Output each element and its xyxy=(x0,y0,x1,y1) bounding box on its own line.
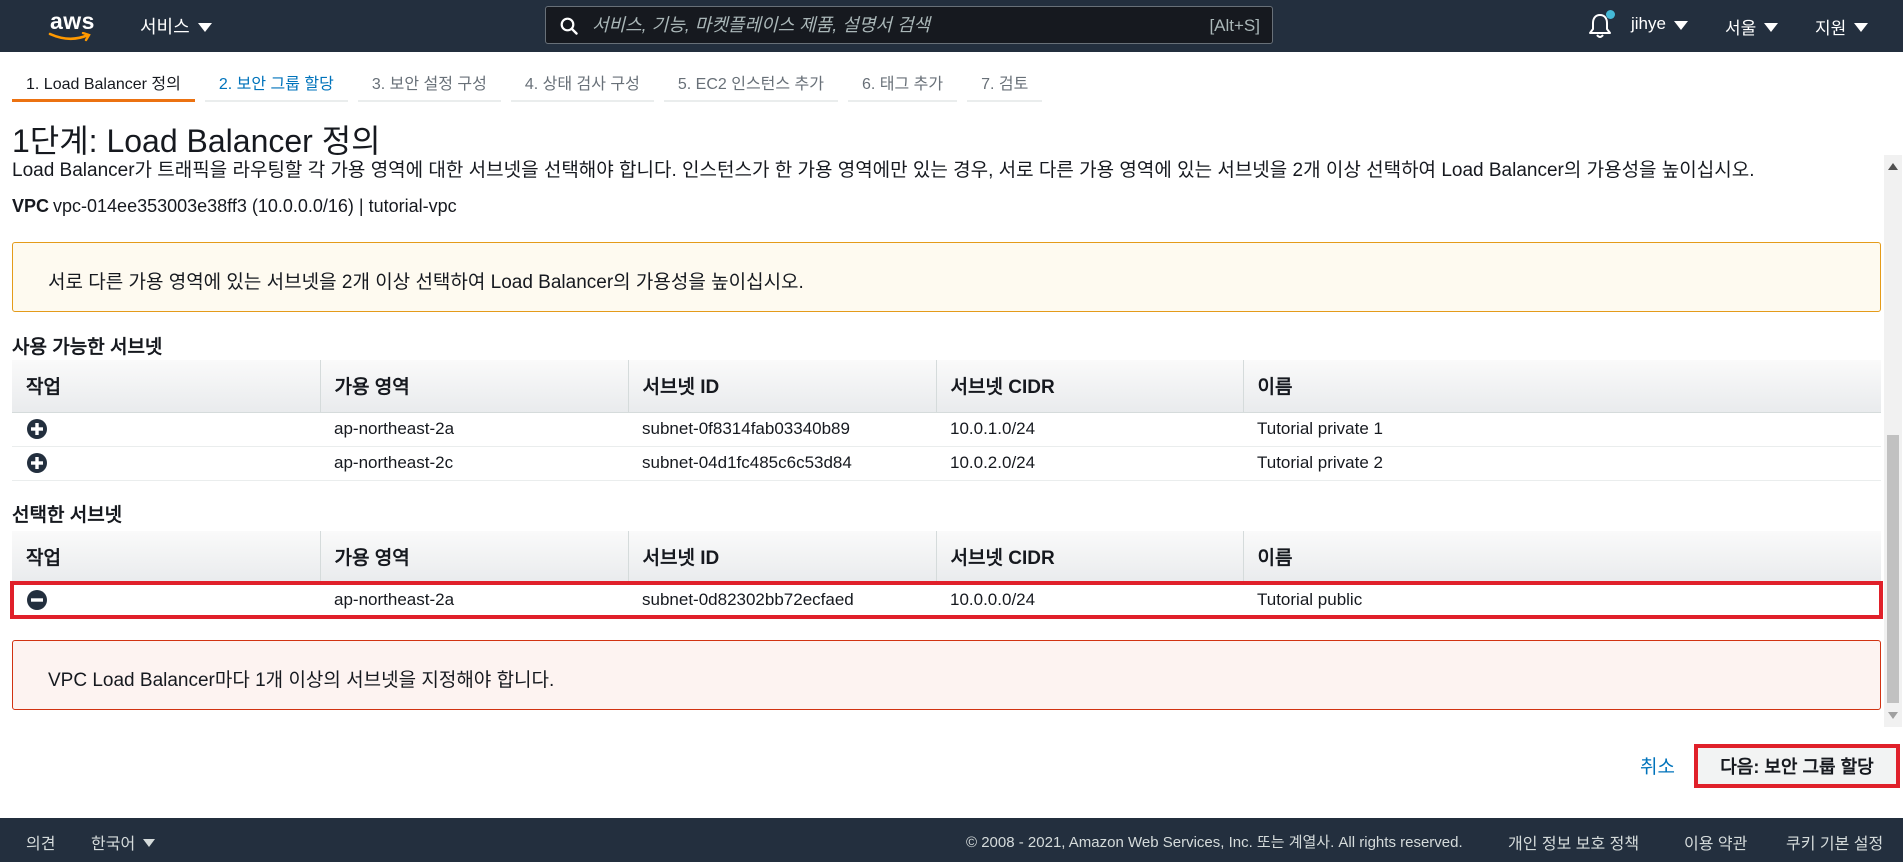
table-row: ap-northeast-2c subnet-04d1fc485c6c53d84… xyxy=(12,446,1881,481)
cookie-preferences-link[interactable]: 쿠키 기본 설정 xyxy=(1786,830,1883,854)
search-box[interactable]: [Alt+S] xyxy=(545,6,1273,44)
available-subnets-table: 작업 가용 영역 서브넷 ID 서브넷 CIDR 이름 ap-northeast… xyxy=(12,360,1881,481)
subnet-name-cell: Tutorial public xyxy=(1243,583,1881,618)
info-alert-text: 서로 다른 가용 영역에 있는 서브넷을 2개 이상 선택하여 Load Bal… xyxy=(48,272,804,293)
vertical-scrollbar[interactable] xyxy=(1884,155,1902,727)
wizard-step-configure-security-settings[interactable]: 3. 보안 설정 구성 xyxy=(357,62,501,102)
notification-dot xyxy=(1606,10,1615,19)
services-label: 서비스 xyxy=(140,17,190,37)
table-header-row: 작업 가용 영역 서브넷 ID 서브넷 CIDR 이름 xyxy=(12,531,1881,584)
caret-down-icon xyxy=(1673,20,1688,30)
support-menu[interactable]: 지원 xyxy=(1815,14,1869,39)
subnet-id-cell: subnet-0f8314fab03340b89 xyxy=(628,412,936,447)
aws-logo-text: aws xyxy=(50,8,95,34)
terms-link[interactable]: 이용 약관 xyxy=(1684,830,1747,854)
table-row-selected-highlighted: ap-northeast-2a subnet-0d82302bb72ecfaed… xyxy=(10,581,1883,619)
info-alert: 서로 다른 가용 영역에 있는 서브넷을 2개 이상 선택하여 Load Bal… xyxy=(12,242,1881,312)
subnet-cidr-cell: 10.0.2.0/24 xyxy=(936,446,1243,481)
region-menu[interactable]: 서울 xyxy=(1725,14,1779,39)
availability-zone-cell: ap-northeast-2a xyxy=(320,583,628,618)
vpc-info: VPC vpc-014ee353003e38ff3 (10.0.0.0/16) |… xyxy=(12,196,457,217)
caret-down-icon xyxy=(1854,23,1869,32)
vpc-label: VPC xyxy=(12,196,50,216)
top-navigation-bar: aws 서비스 [Alt+S] jihye 서울 지원 xyxy=(0,0,1903,52)
search-icon xyxy=(560,17,578,35)
error-alert-text: VPC Load Balancer마다 1개 이상의 서브넷을 지정해야 합니다… xyxy=(48,670,555,691)
action-cell xyxy=(12,412,320,447)
wizard-step-review[interactable]: 7. 검토 xyxy=(967,62,1043,102)
subnet-id-cell: subnet-04d1fc485c6c53d84 xyxy=(628,446,936,481)
footer-bar: 의견 한국어 © 2008 - 2021, Amazon Web Service… xyxy=(0,818,1903,862)
selected-subnets-title: 선택한 서브넷 xyxy=(12,505,123,526)
wizard-step-configure-health-check[interactable]: 4. 상태 검사 구성 xyxy=(510,62,654,102)
search-input[interactable] xyxy=(592,7,1152,43)
next-assign-security-groups-button[interactable]: 다음: 보안 그룹 할당 xyxy=(1694,744,1900,788)
caret-down-icon xyxy=(143,839,156,847)
column-header-subnet-id[interactable]: 서브넷 ID xyxy=(628,531,937,584)
availability-zone-cell: ap-northeast-2a xyxy=(320,412,628,447)
table-header-row: 작업 가용 영역 서브넷 ID 서브넷 CIDR 이름 xyxy=(12,360,1881,413)
wizard-step-add-tags[interactable]: 6. 태그 추가 xyxy=(848,62,958,102)
available-subnets-title: 사용 가능한 서브넷 xyxy=(12,337,163,358)
wizard-steps: 1. Load Balancer 정의 2. 보안 그룹 할당 3. 보안 설정… xyxy=(12,62,1052,102)
caret-down-icon xyxy=(197,22,212,32)
language-label: 한국어 xyxy=(91,836,136,853)
column-header-availability-zone[interactable]: 가용 영역 xyxy=(320,531,629,584)
column-header-name[interactable]: 이름 xyxy=(1243,531,1881,584)
user-label: jihye xyxy=(1631,14,1666,33)
wizard-step-add-ec2-instances[interactable]: 5. EC2 인스턴스 추가 xyxy=(663,62,838,102)
wizard-step-define-load-balancer[interactable]: 1. Load Balancer 정의 xyxy=(12,62,195,102)
services-menu[interactable]: 서비스 xyxy=(140,13,212,39)
language-selector[interactable]: 한국어 xyxy=(91,830,156,854)
subnet-cidr-cell: 10.0.1.0/24 xyxy=(936,412,1243,447)
column-header-name[interactable]: 이름 xyxy=(1243,360,1881,413)
user-menu[interactable]: jihye xyxy=(1631,14,1688,34)
subnet-id-cell: subnet-0d82302bb72ecfaed xyxy=(628,583,936,618)
subnet-name-cell: Tutorial private 1 xyxy=(1243,412,1881,447)
search-shortcut-hint: [Alt+S] xyxy=(1209,16,1260,35)
action-cell xyxy=(12,583,320,618)
table-row: ap-northeast-2a subnet-0f8314fab03340b89… xyxy=(12,412,1881,447)
selected-subnets-table: 작업 가용 영역 서브넷 ID 서브넷 CIDR 이름 ap-northeast… xyxy=(10,531,1883,619)
region-label: 서울 xyxy=(1725,19,1757,38)
page-description: Load Balancer가 트래픽을 라우팅할 각 가용 영역에 대한 서브넷… xyxy=(12,160,1755,181)
scroll-down-arrow-icon[interactable] xyxy=(1888,712,1898,719)
copyright-text: © 2008 - 2021, Amazon Web Services, Inc.… xyxy=(966,834,1463,851)
subnet-name-cell: Tutorial private 2 xyxy=(1243,446,1881,481)
privacy-policy-link[interactable]: 개인 정보 보호 정책 xyxy=(1508,830,1639,854)
action-cell xyxy=(12,446,320,481)
wizard-step-assign-security-groups[interactable]: 2. 보안 그룹 할당 xyxy=(204,62,348,102)
column-header-availability-zone[interactable]: 가용 영역 xyxy=(320,360,629,413)
aws-smile-icon xyxy=(48,32,91,42)
scroll-up-arrow-icon[interactable] xyxy=(1888,163,1898,170)
error-alert: VPC Load Balancer마다 1개 이상의 서브넷을 지정해야 합니다… xyxy=(12,640,1881,710)
caret-down-icon xyxy=(1764,23,1779,32)
column-header-subnet-cidr[interactable]: 서브넷 CIDR xyxy=(936,360,1244,413)
column-header-subnet-cidr[interactable]: 서브넷 CIDR xyxy=(936,531,1244,584)
support-label: 지원 xyxy=(1815,19,1847,38)
aws-logo[interactable]: aws xyxy=(46,8,96,42)
availability-zone-cell: ap-northeast-2c xyxy=(320,446,628,481)
column-header-action: 작업 xyxy=(12,360,321,413)
feedback-link[interactable]: 의견 xyxy=(26,830,55,854)
add-circle-icon[interactable] xyxy=(26,452,48,474)
column-header-action: 작업 xyxy=(12,531,321,584)
remove-circle-icon[interactable] xyxy=(26,589,48,611)
add-circle-icon[interactable] xyxy=(26,418,48,440)
vpc-value: vpc-014ee353003e38ff3 (10.0.0.0/16) | tu… xyxy=(53,196,457,216)
content-scroll-area: Load Balancer가 트래픽을 라우팅할 각 가용 영역에 대한 서브넷… xyxy=(0,155,1903,727)
cancel-button[interactable]: 취소 xyxy=(1640,752,1675,779)
scrollbar-thumb[interactable] xyxy=(1887,435,1899,703)
subnet-cidr-cell: 10.0.0.0/24 xyxy=(936,583,1243,618)
column-header-subnet-id[interactable]: 서브넷 ID xyxy=(628,360,937,413)
